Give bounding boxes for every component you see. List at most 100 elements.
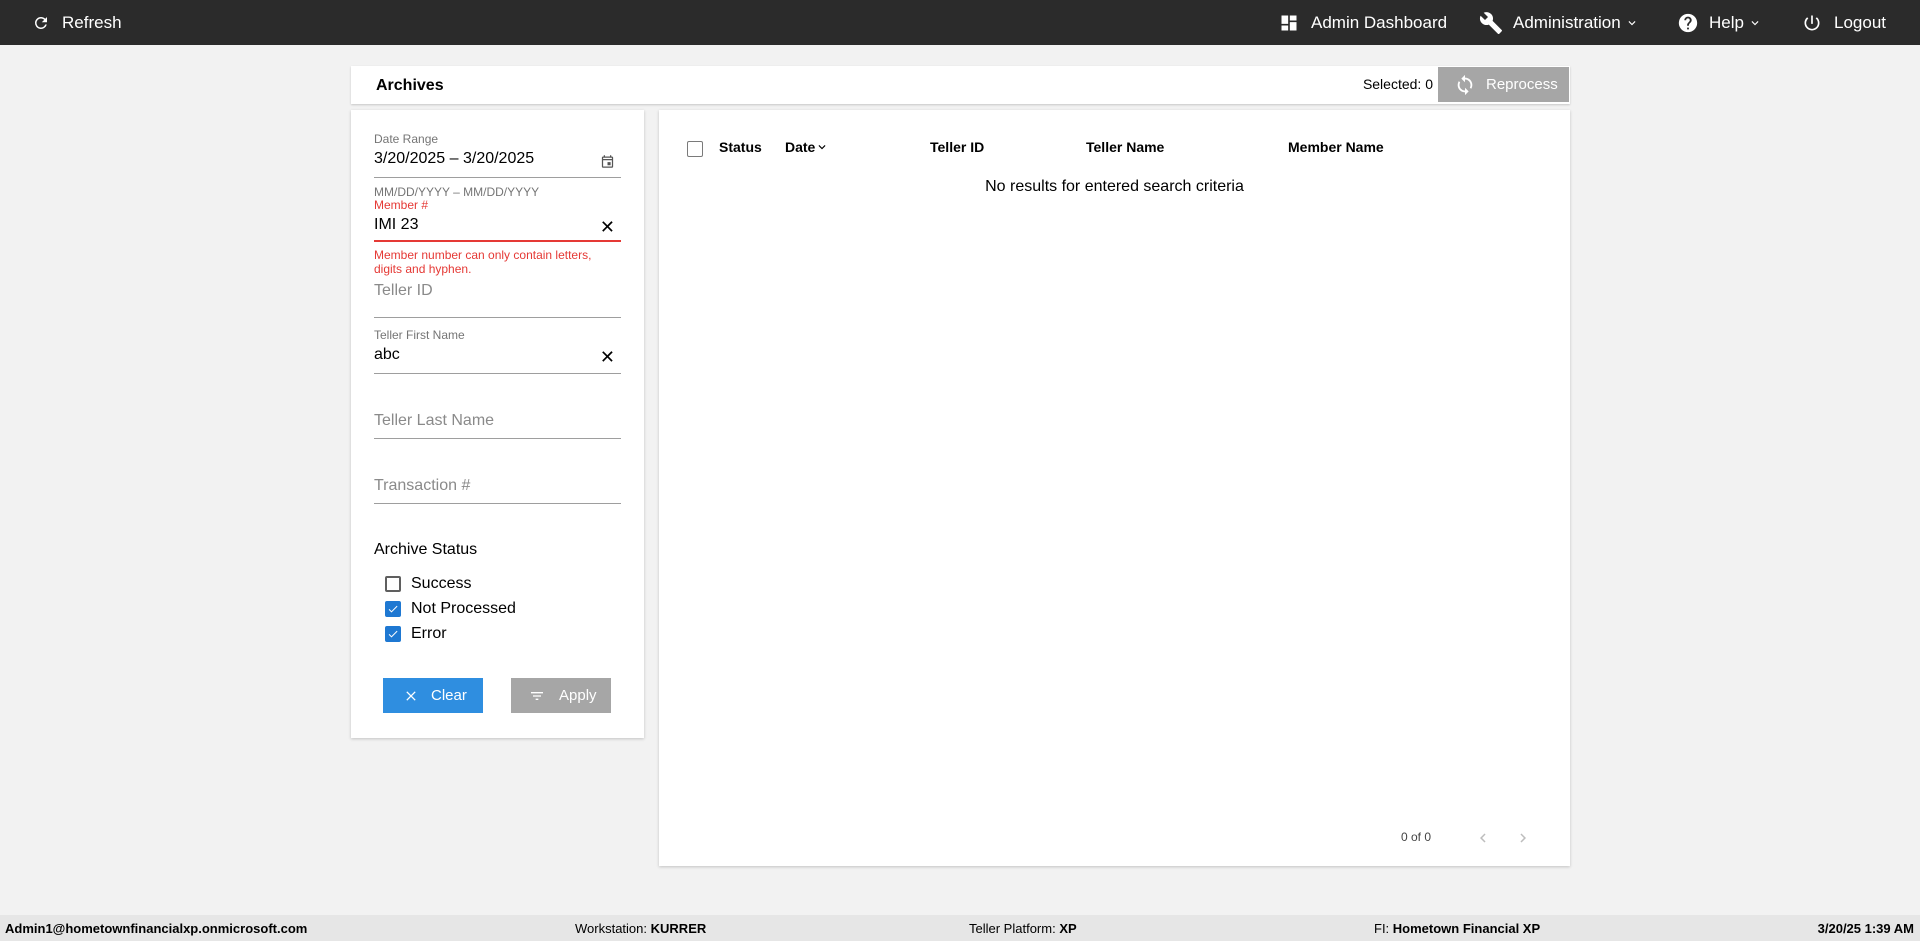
chevron-right-icon <box>1520 833 1526 843</box>
transaction-underline <box>374 503 621 504</box>
user-email: Admin1@hometownfinancialxp.onmicrosoft.c… <box>5 921 308 936</box>
status-success-checkbox[interactable]: Success <box>385 575 471 593</box>
check-icon <box>388 630 398 638</box>
refresh-label: Refresh <box>62 12 122 32</box>
select-all-checkbox[interactable] <box>687 141 703 157</box>
top-nav-bar: Refresh Admin Dashboard Administration H… <box>0 0 1920 45</box>
close-icon <box>406 690 416 701</box>
reprocess-button[interactable]: Reprocess <box>1438 67 1569 102</box>
status-bar: Admin1@hometownfinancialxp.onmicrosoft.c… <box>0 915 1920 941</box>
checkbox-box[interactable] <box>385 576 401 592</box>
status-error-label: Error <box>411 625 447 642</box>
pager-range: 0 of 0 <box>1401 830 1432 844</box>
current-datetime: 3/20/25 1:39 AM <box>1818 921 1914 936</box>
refresh-icon <box>34 16 47 29</box>
member-input[interactable]: IMI 23 <box>374 216 621 234</box>
archive-status-title: Archive Status <box>374 541 478 558</box>
clear-label: Clear <box>431 687 467 704</box>
teller-last-name-field[interactable]: Teller Last Name <box>374 412 621 448</box>
help-icon <box>1678 13 1698 32</box>
teller-id-underline <box>374 317 621 318</box>
admin-dashboard-link[interactable]: Admin Dashboard <box>1279 0 1447 45</box>
teller-first-name-label: Teller First Name <box>374 328 465 342</box>
datetime-value: 3/20/25 1:39 AM <box>1817 921 1914 936</box>
checkbox-box[interactable] <box>385 601 401 617</box>
platform-label: Teller Platform: <box>969 921 1056 936</box>
reprocess-label: Reprocess <box>1486 76 1558 93</box>
filter-panel: Date Range 3/20/2025 – 3/20/2025 MM/DD/Y… <box>351 110 644 738</box>
status-error-checkbox[interactable]: Error <box>385 625 447 643</box>
teller-platform-info: Teller Platform: XP <box>969 921 1077 936</box>
teller-last-name-underline <box>374 438 621 439</box>
admin-dashboard-label: Admin Dashboard <box>1311 12 1448 32</box>
sync-icon <box>1457 74 1473 95</box>
transaction-field[interactable]: Transaction # <box>374 477 621 513</box>
teller-id-field[interactable]: Teller ID <box>374 282 621 318</box>
help-label: Help <box>1709 12 1744 32</box>
page-title: Archives <box>376 77 444 94</box>
apply-button[interactable]: Apply <box>511 678 611 713</box>
previous-page-button[interactable] <box>1473 828 1493 848</box>
empty-results-message: No results for entered search criteria <box>985 178 1244 195</box>
logout-button[interactable]: Logout <box>1802 0 1886 45</box>
signed-in-user: Admin1@hometownfinancialxp.onmicrosoft.c… <box>5 921 307 936</box>
column-header-teller-name[interactable]: Teller Name <box>1086 139 1164 155</box>
workstation-label: Workstation: <box>575 921 648 936</box>
status-not-processed-label: Not Processed <box>411 600 516 617</box>
chevron-left-icon <box>1480 833 1486 843</box>
date-range-hint: MM/DD/YYYY – MM/DD/YYYY <box>374 185 540 199</box>
selected-value: 0 <box>1425 76 1433 92</box>
fi-label: FI: <box>1374 921 1390 936</box>
transaction-input[interactable]: Transaction # <box>374 477 621 495</box>
date-range-input[interactable]: 3/20/2025 – 3/20/2025 <box>374 150 621 168</box>
dashboard-icon <box>1281 15 1297 30</box>
teller-first-name-underline <box>374 373 621 374</box>
results-panel: Status Date Teller ID Teller Name Member… <box>659 110 1570 866</box>
clear-button[interactable]: Clear <box>383 678 483 713</box>
date-range-label: Date Range <box>374 132 439 146</box>
sort-desc-icon <box>818 145 826 150</box>
date-range-underline <box>374 177 621 178</box>
column-header-date[interactable]: Date <box>785 139 829 155</box>
next-page-button[interactable] <box>1513 828 1533 848</box>
member-field[interactable]: Member # IMI 23 ✕ <box>374 198 621 244</box>
workstation-value: KURRER <box>650 921 707 936</box>
teller-last-name-input[interactable]: Teller Last Name <box>374 412 621 430</box>
teller-first-name-input[interactable]: abc <box>374 346 621 364</box>
archives-header-card: Archives Selected: 0 Reprocess <box>351 66 1570 104</box>
help-menu[interactable]: Help <box>1677 0 1762 45</box>
checkbox-box[interactable] <box>385 626 401 642</box>
platform-value: XP <box>1059 921 1077 936</box>
calendar-icon[interactable] <box>600 154 615 169</box>
selected-label: Selected: <box>1362 76 1422 92</box>
teller-first-name-field[interactable]: Teller First Name abc ✕ <box>374 328 621 374</box>
column-header-member-name[interactable]: Member Name <box>1288 139 1384 155</box>
workstation-info: Workstation: KURRER <box>575 921 706 936</box>
administration-menu[interactable]: Administration <box>1479 0 1639 45</box>
logout-label: Logout <box>1834 12 1886 32</box>
wrench-icon <box>1479 11 1502 34</box>
chevron-down-icon <box>1628 20 1636 25</box>
member-label: Member # <box>374 198 429 212</box>
teller-first-name-clear-icon[interactable]: ✕ <box>600 348 615 366</box>
column-header-status[interactable]: Status <box>719 139 762 155</box>
member-error: Member number can only contain letters, … <box>374 248 592 276</box>
member-clear-icon[interactable]: ✕ <box>600 218 615 236</box>
status-success-label: Success <box>411 575 472 592</box>
teller-id-input[interactable]: Teller ID <box>374 282 621 300</box>
filter-icon <box>531 691 543 700</box>
check-icon <box>388 605 398 613</box>
status-not-processed-checkbox[interactable]: Not Processed <box>385 600 516 618</box>
date-range-field[interactable]: Date Range 3/20/2025 – 3/20/2025 <box>374 132 621 178</box>
member-underline <box>374 240 621 242</box>
column-header-teller-id[interactable]: Teller ID <box>930 139 984 155</box>
column-header-date-label: Date <box>785 139 816 155</box>
fi-info: FI: Hometown Financial XP <box>1374 921 1540 936</box>
apply-label: Apply <box>559 687 597 704</box>
administration-label: Administration <box>1513 12 1621 32</box>
refresh-button[interactable]: Refresh <box>32 0 122 45</box>
chevron-down-icon <box>1751 20 1759 25</box>
power-icon <box>1804 15 1820 30</box>
fi-value: Hometown Financial XP <box>1392 921 1541 936</box>
selected-count: Selected: 0 <box>1363 76 1433 92</box>
